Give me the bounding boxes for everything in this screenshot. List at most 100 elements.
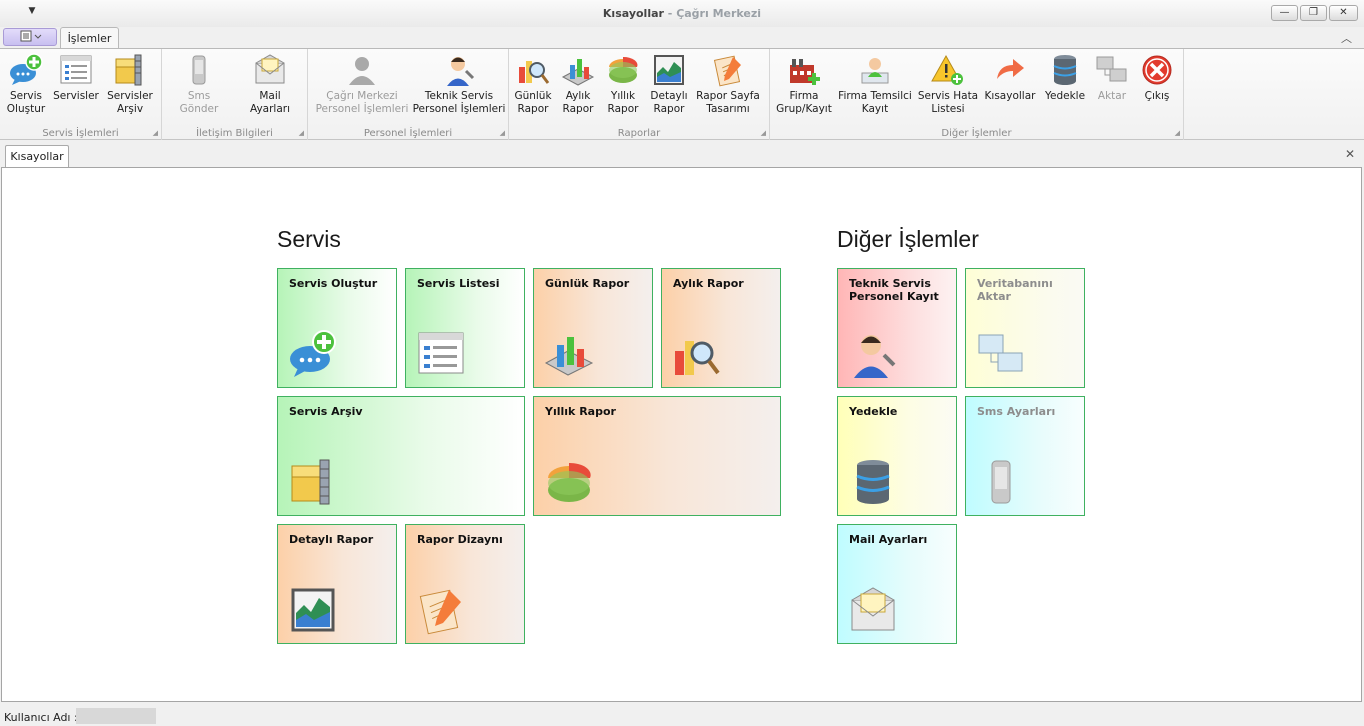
mail-ayarlari-button[interactable]: Mail Ayarları xyxy=(238,53,302,116)
detayli-rapor-button[interactable]: Detaylı Rapor xyxy=(649,53,689,116)
archive-zipper-icon xyxy=(291,459,330,505)
firma-temsilci-kayit-button[interactable]: Firma Temsilci Kayıt xyxy=(838,53,912,116)
yillik-rapor-button[interactable]: Yıllık Rapor xyxy=(605,53,641,116)
cagri-merkezi-personel-button[interactable]: Çağrı Merkezi Personel İşlemleri xyxy=(314,53,410,116)
dialog-launcher-icon[interactable]: ◢ xyxy=(500,129,505,137)
tile-veritabanini-aktar[interactable]: Veritabanını Aktar xyxy=(965,268,1085,388)
detayli-rapor-label: Detaylı Rapor xyxy=(650,90,688,115)
aylik-rapor-button[interactable]: Aylık Rapor xyxy=(559,53,597,116)
clipboard-pencil-icon xyxy=(713,55,741,87)
tile-mail-ayarlari[interactable]: Mail Ayarları xyxy=(837,524,957,644)
chart-3d-icon xyxy=(561,59,595,86)
window-title: Kısayollar - Çağrı Merkezi xyxy=(0,7,1364,20)
cagri-merkezi-personel-label: Çağrı Merkezi Personel İşlemleri xyxy=(315,90,409,115)
servis-olustur-button[interactable]: Servis Oluştur xyxy=(4,53,48,116)
group-label-iletisim-bilgileri: İletişim Bilgileri xyxy=(196,128,273,139)
dialog-launcher-icon[interactable]: ◢ xyxy=(153,129,158,137)
tile-yedekle[interactable]: Yedekle xyxy=(837,396,957,516)
tile-servis-listesi[interactable]: Servis Listesi xyxy=(405,268,525,388)
window-title-app: Çağrı Merkezi xyxy=(676,7,762,20)
clipboard-pencil-icon xyxy=(419,589,461,635)
tile-rapor-dizayni[interactable]: Rapor Dizaynı xyxy=(405,524,525,644)
servisler-button[interactable]: Servisler xyxy=(53,53,99,103)
envelope-icon xyxy=(851,587,895,631)
yedekle-label: Yedekle xyxy=(1044,90,1086,102)
group-diger-islemler: Firma Grup/Kayıt Firma Temsilci Kayıt Se… xyxy=(770,49,1184,141)
chat-bubble-add-icon xyxy=(10,53,43,85)
dialog-launcher-icon[interactable]: ◢ xyxy=(1175,129,1180,137)
servis-hata-listesi-button[interactable]: Servis Hata Listesi xyxy=(916,53,980,116)
warning-add-icon xyxy=(931,54,963,85)
tab-islemler[interactable]: İşlemler xyxy=(60,27,119,49)
servis-olustur-label: Servis Oluştur xyxy=(6,90,46,115)
tile-teknik-servis-personel-kayit[interactable]: Teknik Servis Personel Kayıt xyxy=(837,268,957,388)
tile-servis-arsiv[interactable]: Servis Arşiv xyxy=(277,396,525,516)
mobile-phone-icon xyxy=(991,460,1011,504)
username-label: Kullanıcı Adı : xyxy=(4,711,78,724)
close-window-button[interactable]: ✕ xyxy=(1329,5,1358,21)
mail-ayarlari-label: Mail Ayarları xyxy=(249,90,291,115)
list-window-icon xyxy=(60,55,92,84)
yedekle-button[interactable]: Yedekle xyxy=(1042,53,1088,103)
tile-label: Günlük Rapor xyxy=(545,277,630,290)
aylik-rapor-label: Aylık Rapor xyxy=(562,90,594,115)
tile-label: Mail Ayarları xyxy=(849,533,928,546)
group-label-diger-islemler: Diğer İşlemler xyxy=(941,128,1012,139)
shortcuts-panel: Servis Diğer İşlemler Servis Oluştur Ser… xyxy=(1,167,1362,702)
technician-icon xyxy=(854,335,896,378)
group-iletisim-bilgileri: Sms Gönder Mail Ayarları İletişim Bilgil… xyxy=(162,49,308,141)
exit-circle-icon xyxy=(1142,55,1172,85)
person-gray-icon xyxy=(349,57,375,85)
tile-label: Yıllık Rapor xyxy=(545,405,616,418)
group-label-raporlar: Raporlar xyxy=(617,128,661,139)
tab-kisayollar[interactable]: Kısayollar xyxy=(5,145,69,168)
list-window-icon xyxy=(418,332,464,374)
pie-chart-icon xyxy=(609,56,638,83)
cikis-label: Çıkış xyxy=(1144,90,1170,102)
tile-gunluk-rapor[interactable]: Günlük Rapor xyxy=(533,268,653,388)
firma-temsilci-kayit-label: Firma Temsilci Kayıt xyxy=(838,90,912,115)
pie-chart-icon xyxy=(548,462,591,502)
network-computers-icon xyxy=(978,334,1023,372)
sms-gonder-button[interactable]: Sms Gönder xyxy=(168,53,230,116)
dialog-launcher-icon[interactable]: ◢ xyxy=(761,129,766,137)
tile-yillik-rapor[interactable]: Yıllık Rapor xyxy=(533,396,781,516)
app-menu-button[interactable] xyxy=(3,28,57,46)
chat-bubble-add-icon xyxy=(290,330,336,377)
chevron-up-icon[interactable]: ︿ xyxy=(1341,30,1352,46)
dialog-launcher-icon[interactable]: ◢ xyxy=(299,129,304,137)
kisayollar-button[interactable]: Kısayollar xyxy=(984,53,1036,103)
restore-button[interactable]: ❐ xyxy=(1300,5,1327,21)
tile-label: Sms Ayarları xyxy=(977,405,1056,418)
minimize-button[interactable]: — xyxy=(1271,5,1298,21)
title-bar: ▼ Kısayollar - Çağrı Merkezi — ❐ ✕ xyxy=(0,0,1364,27)
servisler-arsiv-button[interactable]: Servisler Arşiv xyxy=(104,53,156,116)
database-icon xyxy=(856,460,890,504)
aktar-label: Aktar xyxy=(1097,90,1127,102)
sms-gonder-label: Sms Gönder xyxy=(179,90,219,115)
tile-aylik-rapor[interactable]: Aylık Rapor xyxy=(661,268,781,388)
section-title-servis: Servis xyxy=(277,226,341,252)
firma-grup-kayit-button[interactable]: Firma Grup/Kayıt xyxy=(776,53,832,116)
archive-zipper-icon xyxy=(115,54,142,86)
aktar-button[interactable]: Aktar xyxy=(1092,53,1132,103)
cikis-button[interactable]: Çıkış xyxy=(1136,53,1178,103)
window-title-separator: - xyxy=(663,7,677,20)
teknik-servis-personel-button[interactable]: Teknik Servis Personel İşlemleri xyxy=(412,53,506,116)
mobile-phone-icon xyxy=(192,55,206,85)
tile-detayli-rapor[interactable]: Detaylı Rapor xyxy=(277,524,397,644)
close-tab-icon[interactable]: ✕ xyxy=(1345,147,1355,161)
user-card-icon xyxy=(861,58,889,84)
gunluk-rapor-button[interactable]: Günlük Rapor xyxy=(514,53,552,116)
tile-servis-olustur[interactable]: Servis Oluştur xyxy=(277,268,397,388)
area-chart-icon xyxy=(654,55,684,85)
arrow-redo-icon xyxy=(997,59,1024,79)
servisler-label: Servisler xyxy=(53,90,99,102)
technician-icon xyxy=(447,57,475,86)
rapor-sayfa-tasarimi-button[interactable]: Rapor Sayfa Tasarımı xyxy=(695,53,761,116)
factory-add-icon xyxy=(790,59,820,85)
tile-label: Servis Oluştur xyxy=(289,277,378,290)
tile-sms-ayarlari[interactable]: Sms Ayarları xyxy=(965,396,1085,516)
document-tab-strip: Kısayollar ✕ xyxy=(0,140,1364,168)
tile-label: Rapor Dizaynı xyxy=(417,533,503,546)
